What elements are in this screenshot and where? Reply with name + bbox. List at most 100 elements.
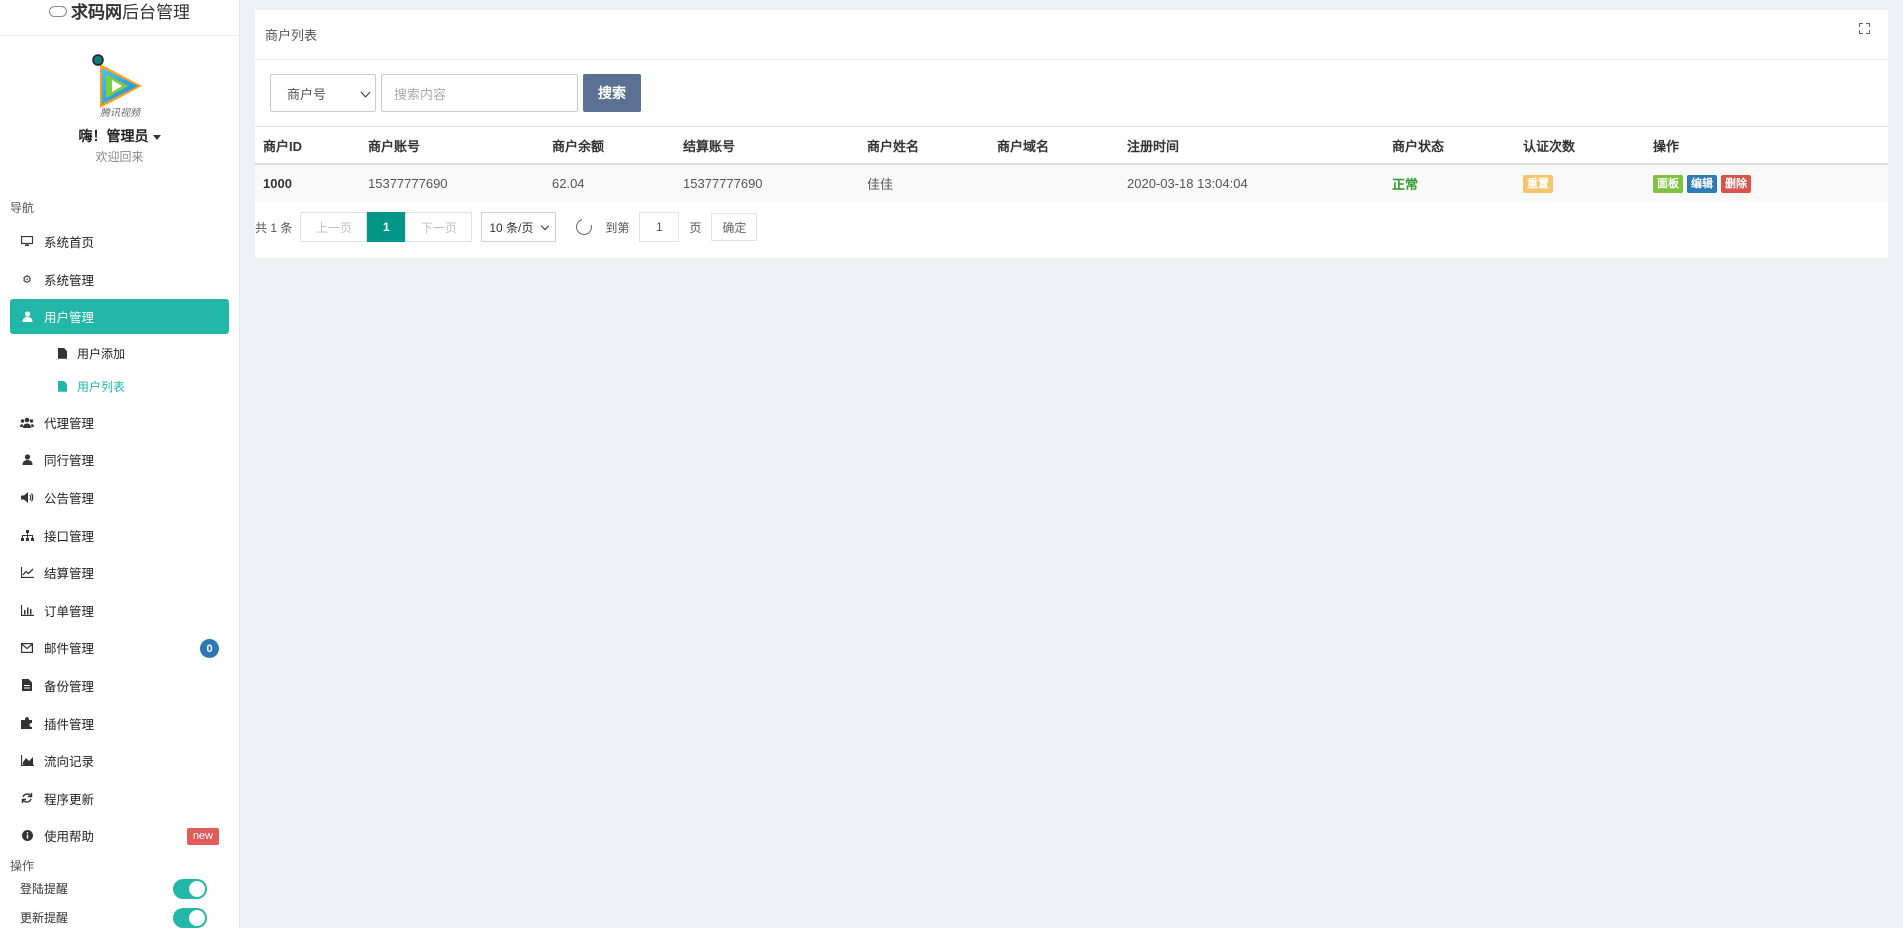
sidebar-item-label: 结算管理: [44, 567, 95, 582]
search-bar: 商户号 搜索内容 搜索: [255, 60, 1888, 127]
pager-limit-value: 10 条/页: [489, 220, 534, 235]
pager-goto-label: 到第: [605, 220, 630, 235]
refresh-icon: [20, 791, 34, 805]
sidebar-item-backup[interactable]: 备份管理: [10, 668, 229, 703]
mail-count-badge: 0: [200, 639, 219, 659]
search-field-value: 商户号: [287, 86, 327, 102]
envelope-icon: [20, 641, 34, 655]
admin-name[interactable]: 嗨！管理员: [0, 126, 239, 146]
merchant-list-panel: 商户列表 商户号 搜索内容 搜索 商户ID 商户账号 商户余额 结算账号 商户姓…: [255, 10, 1888, 258]
sidebar-item-system[interactable]: ⚙ 系统管理: [10, 262, 229, 297]
search-input[interactable]: 搜索内容: [381, 74, 578, 112]
caret-down-icon: [152, 134, 161, 140]
fullscreen-icon[interactable]: [1858, 22, 1871, 35]
sidebar-item-mail[interactable]: 邮件管理 0: [10, 630, 229, 665]
search-placeholder: 搜索内容: [394, 86, 447, 102]
sitemap-icon: [20, 528, 34, 542]
col-header-settle[interactable]: 结算账号: [675, 127, 859, 165]
puzzle-icon: [20, 716, 34, 730]
login-alert-row: 登陆提醒: [0, 874, 239, 903]
sidebar-item-plugins[interactable]: 插件管理: [10, 706, 229, 741]
delete-button[interactable]: 删除: [1721, 174, 1751, 193]
update-alert-row: 更新提醒: [0, 903, 239, 928]
login-alert-label: 登陆提醒: [20, 882, 69, 897]
sidebar-item-label: 插件管理: [44, 717, 95, 732]
pager-next-button[interactable]: 下一页: [405, 212, 473, 242]
panel-title: 商户列表: [265, 28, 318, 43]
chevron-down-icon: [360, 87, 371, 98]
avatar[interactable]: 腾讯视频: [91, 54, 148, 119]
nav-header: 导航: [10, 201, 35, 215]
cogs-icon: ⚙: [22, 273, 32, 286]
sidebar-item-update[interactable]: 程序更新: [10, 781, 229, 816]
chevron-down-icon: [541, 221, 550, 231]
col-header-domain[interactable]: 商户域名: [989, 127, 1119, 165]
login-alert-toggle[interactable]: [173, 878, 207, 899]
pager-current-page[interactable]: 1: [367, 212, 406, 242]
pager-confirm-button[interactable]: 确定: [711, 213, 758, 241]
pagination: 共 1 条 上一页 1 下一页 10 条/页 到第 1 页 确定: [255, 202, 1888, 252]
users-icon: [20, 415, 34, 429]
sidebar-item-home[interactable]: 系统首页: [10, 224, 229, 259]
sidebar-item-settlement[interactable]: 结算管理: [10, 555, 229, 590]
cell-account: 15377777690: [360, 164, 544, 202]
cell-id: 1000: [255, 164, 360, 202]
sidebar-item-label: 同行管理: [44, 454, 95, 469]
pager-limit-select[interactable]: 10 条/页: [481, 212, 557, 242]
col-header-status[interactable]: 商户状态: [1384, 127, 1515, 165]
col-header-id[interactable]: 商户ID: [255, 127, 360, 165]
sidebar-subitem-user-list[interactable]: 用户列表: [0, 370, 239, 403]
file-icon: [58, 380, 67, 392]
monitor-icon: [20, 235, 34, 249]
cloud-icon: [49, 6, 67, 18]
sidebar-item-peers[interactable]: 同行管理: [10, 442, 229, 477]
update-alert-toggle[interactable]: [173, 907, 207, 928]
line-chart-icon: [20, 566, 34, 580]
sidebar-item-users[interactable]: 用户管理: [10, 299, 229, 335]
cell-domain: [989, 164, 1119, 202]
col-header-auth[interactable]: 认证次数: [1515, 127, 1645, 165]
search-field-select[interactable]: 商户号: [270, 74, 376, 112]
profile: 腾讯视频 嗨！管理员 欢迎回来: [0, 36, 239, 165]
sidebar-subitem-user-add[interactable]: 用户添加: [0, 337, 239, 370]
col-header-name[interactable]: 商户姓名: [859, 127, 989, 165]
sidebar-item-label: 系统首页: [44, 236, 95, 250]
pager-page-input[interactable]: 1: [639, 212, 680, 242]
bar-chart-icon: [20, 603, 34, 617]
panel-button[interactable]: 面板: [1653, 174, 1683, 193]
pager-total: 共 1 条: [255, 220, 293, 235]
col-header-regtime[interactable]: 注册时间: [1119, 127, 1384, 165]
sidebar-item-label: 接口管理: [44, 529, 95, 544]
ops-header: 操作: [10, 859, 35, 874]
file-icon: [58, 347, 67, 359]
welcome-text: 欢迎回来: [95, 150, 144, 164]
edit-button[interactable]: 编辑: [1687, 174, 1717, 193]
refresh-icon[interactable]: [573, 216, 596, 238]
admin-name-text: 嗨！管理员: [78, 128, 149, 144]
cell-balance: 62.04: [544, 164, 675, 202]
user-icon: [20, 453, 34, 467]
sidebar-item-help[interactable]: 使用帮助 new: [10, 818, 229, 853]
search-button[interactable]: 搜索: [583, 74, 641, 112]
info-icon: [20, 829, 34, 843]
brand-logo[interactable]: 求码网后台管理: [0, 0, 239, 36]
sidebar-subitem-label: 用户添加: [77, 346, 126, 361]
sidebar-item-flow[interactable]: 流向记录: [10, 743, 229, 778]
sidebar-item-api[interactable]: 接口管理: [10, 518, 229, 553]
cell-status: 正常: [1384, 164, 1515, 202]
sidebar-item-label: 系统管理: [44, 273, 95, 288]
sidebar-item-notices[interactable]: 公告管理: [10, 480, 229, 515]
sidebar-item-orders[interactable]: 订单管理: [10, 593, 229, 628]
pager-prev-button[interactable]: 上一页: [300, 212, 368, 242]
col-header-actions[interactable]: 操作: [1645, 127, 1888, 165]
sidebar-item-label: 邮件管理: [44, 642, 95, 657]
cell-actions: 面板 编辑 删除: [1645, 164, 1888, 202]
col-header-balance[interactable]: 商户余额: [544, 127, 675, 165]
sidebar-item-agents[interactable]: 代理管理: [10, 405, 229, 440]
sidebar-item-label: 公告管理: [44, 491, 95, 506]
user-icon: [20, 310, 34, 324]
reset-button[interactable]: 重置: [1523, 174, 1553, 193]
cell-name: 佳佳: [859, 164, 989, 202]
table-row: 1000 15377777690 62.04 15377777690 佳佳 20…: [255, 164, 1888, 202]
col-header-account[interactable]: 商户账号: [360, 127, 544, 165]
